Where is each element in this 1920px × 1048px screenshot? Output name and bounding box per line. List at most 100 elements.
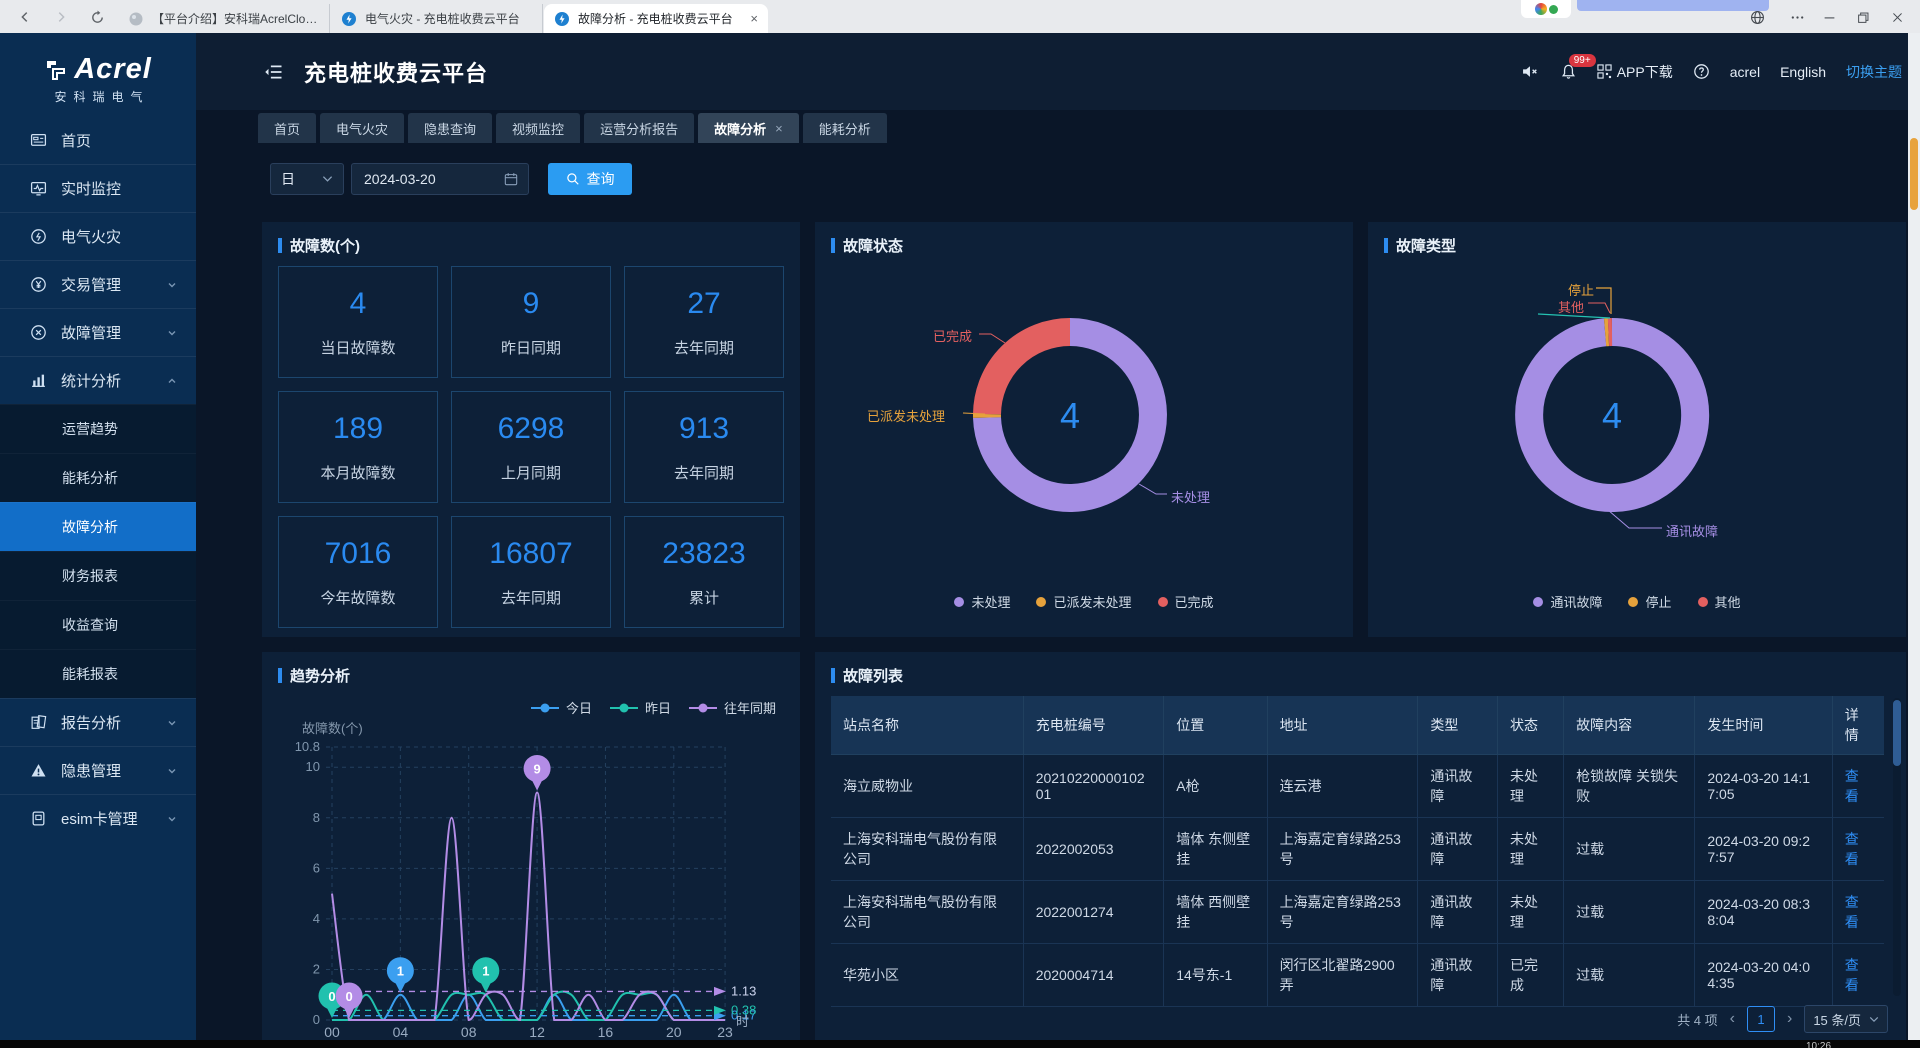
next-page-button[interactable]: ›	[1785, 1010, 1794, 1028]
tab-label: 隐患查询	[424, 119, 476, 138]
prev-page-button[interactable]: ‹	[1728, 1010, 1737, 1028]
tab-fault-analysis[interactable]: 故障分析 ×	[698, 113, 799, 143]
pagination: 共 4 项 ‹ 1 › 15 条/页	[1677, 1005, 1888, 1033]
sidebar-item-realtime-monitor[interactable]: 实时监控	[0, 164, 196, 212]
sidebar-item-hazard-management[interactable]: 隐患管理	[0, 746, 196, 794]
current-page[interactable]: 1	[1747, 1006, 1775, 1032]
period-select[interactable]: 日	[270, 163, 344, 195]
stat-card: 9昨日同期	[451, 266, 611, 378]
tab-close-icon[interactable]: ×	[775, 121, 783, 136]
tab-energy-analysis[interactable]: 能耗分析	[803, 113, 887, 143]
stat-card: 189本月故障数	[278, 391, 438, 503]
browser-tab[interactable]: 电气火灾 - 充电桩收费云平台	[331, 4, 543, 33]
sidebar-item-transaction[interactable]: 交易管理	[0, 260, 196, 308]
table-cell: 2024-03-20 14:17:05	[1695, 755, 1832, 818]
sidebar-item-statistics[interactable]: 统计分析	[0, 356, 196, 404]
sim-card-icon	[30, 810, 47, 827]
sidebar-subitem-revenue-query[interactable]: 收益查询	[0, 600, 196, 649]
date-input[interactable]	[362, 170, 486, 188]
table-cell: 墙体 东侧壁挂	[1164, 818, 1267, 881]
sidebar-item-electric-fire[interactable]: 电气火灾	[0, 212, 196, 260]
page-scrollbar-thumb[interactable]	[1910, 138, 1918, 210]
table-cell: A枪	[1164, 755, 1267, 818]
browser-reload-button[interactable]	[86, 6, 108, 28]
legend-item[interactable]: 已完成	[1158, 592, 1214, 611]
page-size-select[interactable]: 15 条/页	[1804, 1005, 1888, 1033]
legend-item[interactable]: 往年同期	[689, 698, 776, 717]
svg-text:20: 20	[666, 1024, 682, 1040]
tab-hazard-query[interactable]: 隐患查询	[408, 113, 492, 143]
legend-item[interactable]: 停止	[1628, 592, 1671, 611]
legend-item[interactable]: 今日	[531, 698, 592, 717]
table-cell: 2024-03-20 08:38:04	[1695, 881, 1832, 944]
view-detail-link[interactable]: 查看	[1845, 768, 1859, 804]
sidebar-subitem-energy-report[interactable]: 能耗报表	[0, 649, 196, 698]
table-scrollbar-thumb[interactable]	[1893, 700, 1901, 766]
table-cell: 枪锁故障 关锁失败	[1564, 755, 1695, 818]
tab-close-icon[interactable]: ×	[750, 11, 758, 26]
sidebar-item-label: 报告分析	[61, 712, 166, 733]
browser-chrome: 【平台介绍】安科瑞AcrelCloud-9 电气火灾 - 充电桩收费云平台 故障…	[0, 0, 1920, 33]
qr-code-icon	[1597, 64, 1612, 79]
window-minimize-button[interactable]	[1816, 7, 1842, 27]
view-detail-link[interactable]: 查看	[1845, 894, 1859, 930]
page-scrollbar[interactable]	[1908, 33, 1920, 1040]
window-restore-button[interactable]	[1850, 7, 1876, 27]
table-scrollbar[interactable]	[1893, 698, 1901, 996]
column-header: 状态	[1497, 696, 1563, 755]
query-button[interactable]: 查询	[548, 163, 632, 195]
tab-home[interactable]: 首页	[258, 113, 316, 143]
sidebar-item-esim-management[interactable]: esim卡管理	[0, 794, 196, 842]
tab-video-monitor[interactable]: 视频监控	[496, 113, 580, 143]
legend-item[interactable]: 已派发未处理	[1036, 592, 1131, 611]
app-download-label: APP下载	[1617, 62, 1673, 82]
legend-item[interactable]: 未处理	[954, 592, 1010, 611]
theme-switch-link[interactable]: 切换主题	[1846, 62, 1902, 82]
sidebar-item-home[interactable]: 首页	[0, 116, 196, 164]
legend-item[interactable]: 通讯故障	[1533, 592, 1602, 611]
legend-item[interactable]: 其他	[1698, 592, 1741, 611]
svg-text:4: 4	[1602, 395, 1622, 436]
table-cell: 14号东-1	[1164, 944, 1267, 1007]
column-header: 地址	[1267, 696, 1418, 755]
tab-label: 故障分析	[714, 119, 766, 138]
browser-back-button[interactable]	[14, 6, 36, 28]
language-switch[interactable]: English	[1780, 64, 1826, 80]
notifications-button[interactable]: 99+	[1560, 63, 1577, 80]
logo-subtitle: 安科瑞电气	[54, 88, 149, 105]
browser-tab[interactable]: 【平台介绍】安科瑞AcrelCloud-9	[118, 4, 330, 33]
search-icon	[566, 172, 580, 186]
sidebar-subitem-fault-analysis[interactable]: 故障分析	[0, 502, 196, 551]
sidebar-item-fault-management[interactable]: 故障管理	[0, 308, 196, 356]
fault-type-donut-chart: 4	[1368, 222, 1906, 637]
legend-item[interactable]: 昨日	[610, 698, 671, 717]
table-cell: 2022001274	[1023, 881, 1164, 944]
sidebar-subitem-operation-trend[interactable]: 运营趋势	[0, 404, 196, 453]
sidebar-item-report-analysis[interactable]: 报告分析	[0, 698, 196, 746]
chevron-down-icon	[166, 813, 178, 825]
sidebar-subitem-financial-report[interactable]: 财务报表	[0, 551, 196, 600]
app-download-button[interactable]: APP下载	[1597, 62, 1673, 82]
collapse-sidebar-icon[interactable]	[264, 62, 284, 82]
username[interactable]: acrel	[1730, 64, 1760, 80]
date-picker[interactable]	[351, 163, 529, 195]
view-detail-link[interactable]: 查看	[1845, 957, 1859, 993]
view-detail-link[interactable]: 查看	[1845, 831, 1859, 867]
legend-marker	[689, 703, 717, 713]
help-icon[interactable]	[1693, 63, 1710, 80]
stat-label: 昨日同期	[501, 337, 561, 358]
browser-menu-button[interactable]	[1784, 7, 1810, 27]
stat-value: 16807	[489, 537, 572, 571]
tab-operation-report[interactable]: 运营分析报告	[584, 113, 694, 143]
table-cell: 过载	[1564, 818, 1695, 881]
browser-tab-active[interactable]: 故障分析 - 充电桩收费云平台 ×	[544, 4, 768, 33]
tab-electric-fire[interactable]: 电气火灾	[320, 113, 404, 143]
table-cell: 上海安科瑞电气股份有限公司	[831, 881, 1023, 944]
browser-globe-button[interactable]	[1744, 7, 1770, 27]
window-close-button[interactable]	[1884, 7, 1910, 27]
browser-forward-button[interactable]	[50, 6, 72, 28]
page-title: 充电桩收费云平台	[304, 56, 488, 88]
table-cell: 2020004714	[1023, 944, 1164, 1007]
sidebar-subitem-energy-analysis[interactable]: 能耗分析	[0, 453, 196, 502]
mute-icon[interactable]	[1521, 63, 1540, 80]
